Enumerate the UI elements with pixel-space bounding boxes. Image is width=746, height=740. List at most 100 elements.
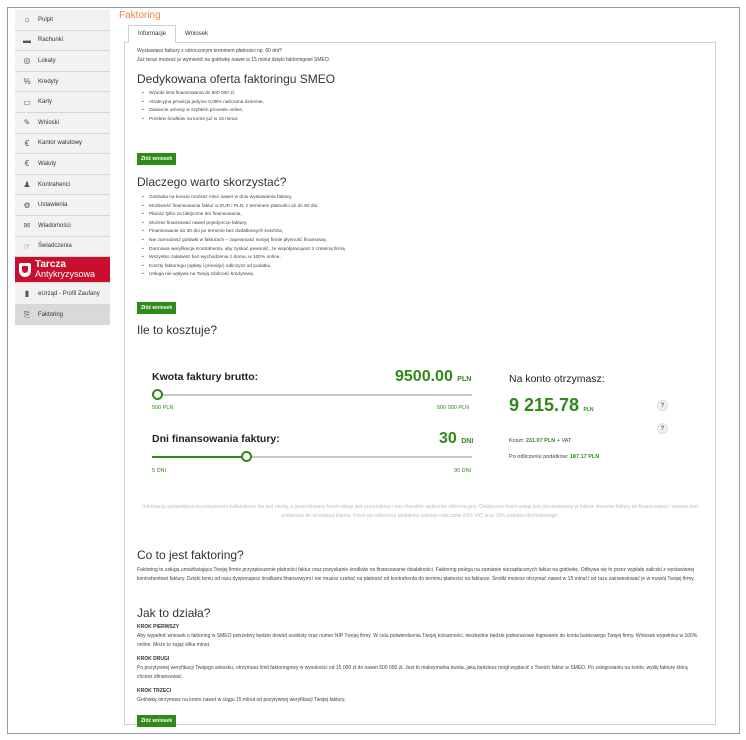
receive-value: 9 215.78: [509, 395, 580, 415]
tax-label: Po odliczeniu podatków:: [509, 454, 569, 460]
euro-icon: €: [24, 138, 30, 148]
sidebar-item-lokaty[interactable]: ◎ Lokaty: [15, 51, 110, 72]
sidebar-item-ustawienia[interactable]: ⚙ Ustawienia: [15, 195, 110, 216]
offer-heading: Dedykowana oferta faktoringu SMEO: [137, 72, 336, 86]
invoice-icon: ⎘: [23, 309, 31, 319]
what-heading: Co to jest faktoring?: [137, 548, 244, 562]
tax-line: Po odliczeniu podatków: 187.17 PLN: [509, 453, 599, 462]
apply-button[interactable]: Złóż wniosek: [137, 153, 177, 165]
days-value-display: 30 DNI: [439, 430, 473, 448]
days-label: Dni finansowania faktury:: [152, 433, 280, 445]
document-icon: ✎: [23, 118, 31, 128]
tab-bar: Informacje Wniosek: [128, 25, 721, 43]
why-heading: Dlaczego warto skorzystać?: [137, 175, 287, 189]
cost-value: 231.07 PLN: [525, 438, 556, 444]
days-slider-handle[interactable]: [240, 451, 252, 462]
cards-icon: ▭: [23, 97, 31, 107]
why-list: Gotówka na koncie możesz mieć nawet w dn…: [137, 194, 697, 280]
amount-unit: PLN: [457, 376, 472, 383]
coins-icon: ◎: [23, 56, 31, 66]
help-icon[interactable]: ?: [657, 400, 668, 411]
sidebar-item-wiadomosci[interactable]: ✉ Wiadomości: [15, 215, 110, 237]
list-item: Możliwość finansowania faktur w EUR i PL…: [142, 203, 697, 212]
sidebar-item-kontrahenci[interactable]: ♟ Kontrahenci: [15, 174, 110, 196]
sidebar-item-rachunki[interactable]: ▬ Rachunki: [15, 30, 110, 52]
sidebar-item-label: Ustawienia: [38, 202, 68, 209]
sidebar-item-kredyty[interactable]: % Kredyty: [15, 71, 110, 93]
sidebar-item-label: eUrząd - Profil Zaufany: [38, 290, 100, 297]
page-title: Faktoring: [119, 10, 161, 21]
hand-icon: ☞: [23, 241, 31, 251]
sidebar-item-swiadczenia[interactable]: ☞ Świadczenia: [15, 236, 110, 258]
percent-icon: %: [23, 77, 31, 87]
apply-button[interactable]: Złóż wniosek: [137, 715, 177, 727]
shield-icon: [19, 262, 31, 277]
amount-max: 500 000 PLN: [437, 405, 470, 411]
list-item: Finansowanie do 30 dni po terminie bez d…: [142, 228, 697, 237]
tab-panel: Wystawiasz faktury z odroczonym terminem…: [124, 42, 716, 727]
amount-slider-track[interactable]: [152, 394, 472, 396]
what-text: Faktoring to usługa umożliwiająca Twojej…: [137, 567, 695, 582]
days-unit: DNI: [461, 438, 474, 445]
sidebar-item-karty[interactable]: ▭ Karty: [15, 92, 110, 113]
list-item: Płacisz tylko za faktyczne dni finansowa…: [142, 211, 697, 220]
how-heading: Jak to działa?: [137, 606, 211, 620]
sidebar-item-label: Kontrahenci: [38, 181, 71, 188]
main-content: Faktoring Informacje Wniosek Wystawiasz …: [119, 10, 721, 727]
offer-list: Wysoki limit finansowania do 500 000 zł,…: [137, 90, 697, 124]
list-item: Wysoki limit finansowania do 500 000 zł,: [142, 90, 697, 99]
tab-wniosek[interactable]: Wniosek: [176, 25, 217, 43]
sidebar-item-kantor[interactable]: € Kantor walutowy: [15, 133, 110, 155]
amount-value-display: 9500.00 PLN: [395, 368, 471, 386]
step-text: Gotówkę otrzymasz na konto nawet w ciągu…: [137, 697, 346, 703]
days-min: 5 DNI: [152, 468, 167, 474]
sidebar-item-label: Wnioski: [38, 119, 60, 126]
step-text: Po pozytywnej weryfikacji Twojego wniosk…: [137, 665, 688, 680]
phone-icon: ▮: [24, 289, 30, 299]
sidebar-item-faktoring[interactable]: ⎘ Faktoring: [15, 305, 110, 326]
apply-button[interactable]: Złóż wniosek: [137, 302, 177, 314]
list-item: Przelew środków na konto już w 15 minut.: [142, 116, 697, 125]
list-item: Usługa nie wpływa na Twoją zdolność kred…: [142, 271, 697, 280]
mail-icon: ✉: [23, 221, 31, 231]
sidebar-item-label: Rachunki: [38, 37, 64, 44]
sidebar-item-eurzad[interactable]: ▮ eUrząd - Profil Zaufany: [15, 283, 110, 306]
wallet-icon: ▬: [23, 35, 31, 45]
amount-slider-handle[interactable]: [152, 389, 164, 400]
sidebar-item-label: Lokaty: [38, 57, 56, 64]
sidebar-item-label: Faktoring: [38, 311, 64, 318]
days-value[interactable]: 30: [439, 430, 457, 447]
amount-value[interactable]: 9500.00: [395, 368, 453, 385]
list-item: Możesz finansować nawet pojedyncze faktu…: [142, 220, 697, 229]
cost-label: Koszt:: [509, 438, 525, 444]
tab-informacje[interactable]: Informacje: [128, 25, 177, 43]
sidebar-item-label: Kredyty: [38, 78, 59, 85]
days-max: 90 DNI: [454, 468, 472, 474]
help-icon[interactable]: ?: [657, 423, 668, 434]
list-item: Darmowa weryfikacja Kontrahenta, aby zys…: [142, 246, 697, 255]
cost-suffix: + VAT: [556, 438, 572, 444]
euro-icon: €: [24, 159, 30, 169]
intro-line: Już teraz możesz je wymienić na gotówkę …: [137, 56, 331, 63]
tarcza-antykryzysowa-banner[interactable]: Tarcza Antykryzysowa: [15, 257, 110, 284]
sidebar-item-wnioski[interactable]: ✎ Wnioski: [15, 112, 110, 134]
step-title: KROK TRZECI: [137, 688, 172, 694]
step-text: Aby wypełnić wniosek o faktoring w SMEO …: [137, 633, 698, 648]
sidebar-item-label: Kantor walutowy: [38, 140, 83, 147]
step-title: KROK PIERWSZY: [137, 624, 180, 630]
step-title: KROK DRUGI: [137, 656, 170, 662]
sidebar: ⌂ Pulpit ▬ Rachunki ◎ Lokaty % Kredyty ▭ Kart…: [15, 10, 110, 326]
tax-value: 187.17 PLN: [569, 454, 600, 460]
sidebar-item-label: Wiadomości: [38, 222, 71, 229]
receive-display: 9 215.78 PLN: [509, 395, 594, 416]
gear-icon: ⚙: [23, 200, 31, 210]
list-item: Gotówka na koncie możesz mieć nawet w dn…: [142, 194, 697, 203]
list-item: Atrakcyjna prowizja jedynie 0,08% nalicz…: [142, 99, 697, 108]
users-icon: ♟: [23, 180, 31, 190]
receive-unit: PLN: [583, 407, 594, 413]
sidebar-item-waluty[interactable]: € Waluty: [15, 154, 110, 175]
list-item: Nie zamrażasz gotówki w fakturach – zape…: [142, 237, 697, 246]
amount-label: Kwota faktury brutto:: [152, 371, 259, 383]
intro-line: Wystawiasz faktury z odroczonym terminem…: [137, 48, 282, 54]
sidebar-item-pulpit[interactable]: ⌂ Pulpit: [15, 10, 110, 31]
